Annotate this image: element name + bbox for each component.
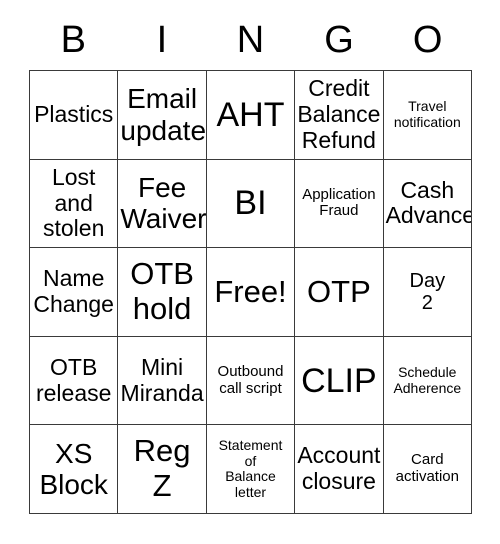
bingo-cell-label: Card activation <box>395 451 459 486</box>
bingo-cell-r1-c2[interactable]: Email update <box>118 71 207 160</box>
bingo-card: BINGO Plastics Email update AHT Credit Bala… <box>0 0 500 544</box>
bingo-cell-label: Schedule Adherence <box>393 363 462 396</box>
bingo-cell-r2-c1[interactable]: Lost and stolen <box>30 159 119 249</box>
bingo-cell-r2-c5[interactable]: Cash Advance <box>383 159 472 249</box>
bingo-cell-r2-c2[interactable]: Fee Waiver <box>118 159 207 249</box>
bingo-cell-r2-c3[interactable]: BI <box>206 159 296 249</box>
bingo-cell-label: Mini Miranda <box>120 353 204 406</box>
bingo-cell-r5-c1[interactable]: XS Block <box>30 425 119 514</box>
bingo-cell-r5-c2[interactable]: Reg Z <box>118 425 207 514</box>
bingo-cell-r1-c3[interactable]: AHT <box>206 71 296 160</box>
bingo-cell-label: Day 2 <box>409 269 446 314</box>
bingo-cell-label: Credit Balance Refund <box>297 75 381 153</box>
bingo-cell-r1-c4[interactable]: Credit Balance Refund <box>295 71 384 160</box>
bingo-cell-r3-c5[interactable]: Day 2 <box>383 248 472 337</box>
bingo-header-letter-o: O <box>412 19 443 61</box>
bingo-header-row: BINGO <box>29 14 472 66</box>
bingo-cell-r4-c1[interactable]: OTB release <box>30 336 119 426</box>
bingo-cell-r1-c1[interactable]: Plastics <box>30 71 119 160</box>
bingo-cell-label: Free! <box>214 273 287 309</box>
bingo-cell-label: Statement of Balance letter <box>218 436 283 500</box>
bingo-cell-label: Outbound call script <box>217 362 284 397</box>
bingo-cell-label: Travel notification <box>393 98 461 130</box>
bingo-header-letter-n: N <box>236 19 265 61</box>
bingo-cell-label: Account closure <box>297 442 381 495</box>
bingo-cell-label: BI <box>234 184 267 223</box>
bingo-cell-r5-c3[interactable]: Statement of Balance letter <box>206 425 296 514</box>
bingo-cell-r3-c2[interactable]: OTB hold <box>118 248 207 337</box>
bingo-grid: Plastics Email update AHT Credit Balance Re… <box>29 70 472 514</box>
bingo-cell-r2-c4[interactable]: Application Fraud <box>295 159 384 249</box>
bingo-cell-r5-c4[interactable]: Account closure <box>295 425 384 514</box>
bingo-cell-label: Email update <box>120 83 207 146</box>
bingo-cell-r3-c1[interactable]: Name Change <box>30 248 119 337</box>
bingo-cell-label: CLIP <box>301 361 377 400</box>
bingo-cell-label: OTB release <box>35 353 112 406</box>
bingo-cell-r4-c2[interactable]: Mini Miranda <box>118 336 207 426</box>
bingo-header-letter-g: G <box>324 19 354 61</box>
bingo-cell-r4-c5[interactable]: Schedule Adherence <box>383 336 472 426</box>
bingo-cell-label: XS Block <box>39 437 108 501</box>
bingo-cell-label: Cash Advance <box>385 176 472 229</box>
bingo-header-letter-i: I <box>156 19 168 61</box>
bingo-header-letter-b: B <box>60 19 86 61</box>
bingo-cell-label: Fee Waiver <box>120 172 207 235</box>
bingo-cell-r5-c5[interactable]: Card activation <box>383 425 472 514</box>
bingo-cell-label: Reg Z <box>133 433 191 504</box>
bingo-cell-r4-c3[interactable]: Outbound call script <box>206 336 296 426</box>
bingo-cell-r3-c4[interactable]: OTP <box>295 248 384 337</box>
bingo-cell-r3-c3[interactable]: Free! <box>206 248 296 337</box>
bingo-cell-label: AHT <box>216 95 285 134</box>
bingo-cell-label: Name Change <box>33 265 114 317</box>
bingo-cell-label: OTB hold <box>130 256 194 326</box>
bingo-cell-label: Plastics <box>34 100 114 127</box>
bingo-cell-r4-c4[interactable]: CLIP <box>295 336 384 426</box>
bingo-cell-label: Lost and stolen <box>43 163 105 242</box>
bingo-cell-label: OTP <box>307 273 371 309</box>
bingo-cell-r1-c5[interactable]: Travel notification <box>383 71 472 160</box>
bingo-cell-label: Application Fraud <box>302 185 376 220</box>
